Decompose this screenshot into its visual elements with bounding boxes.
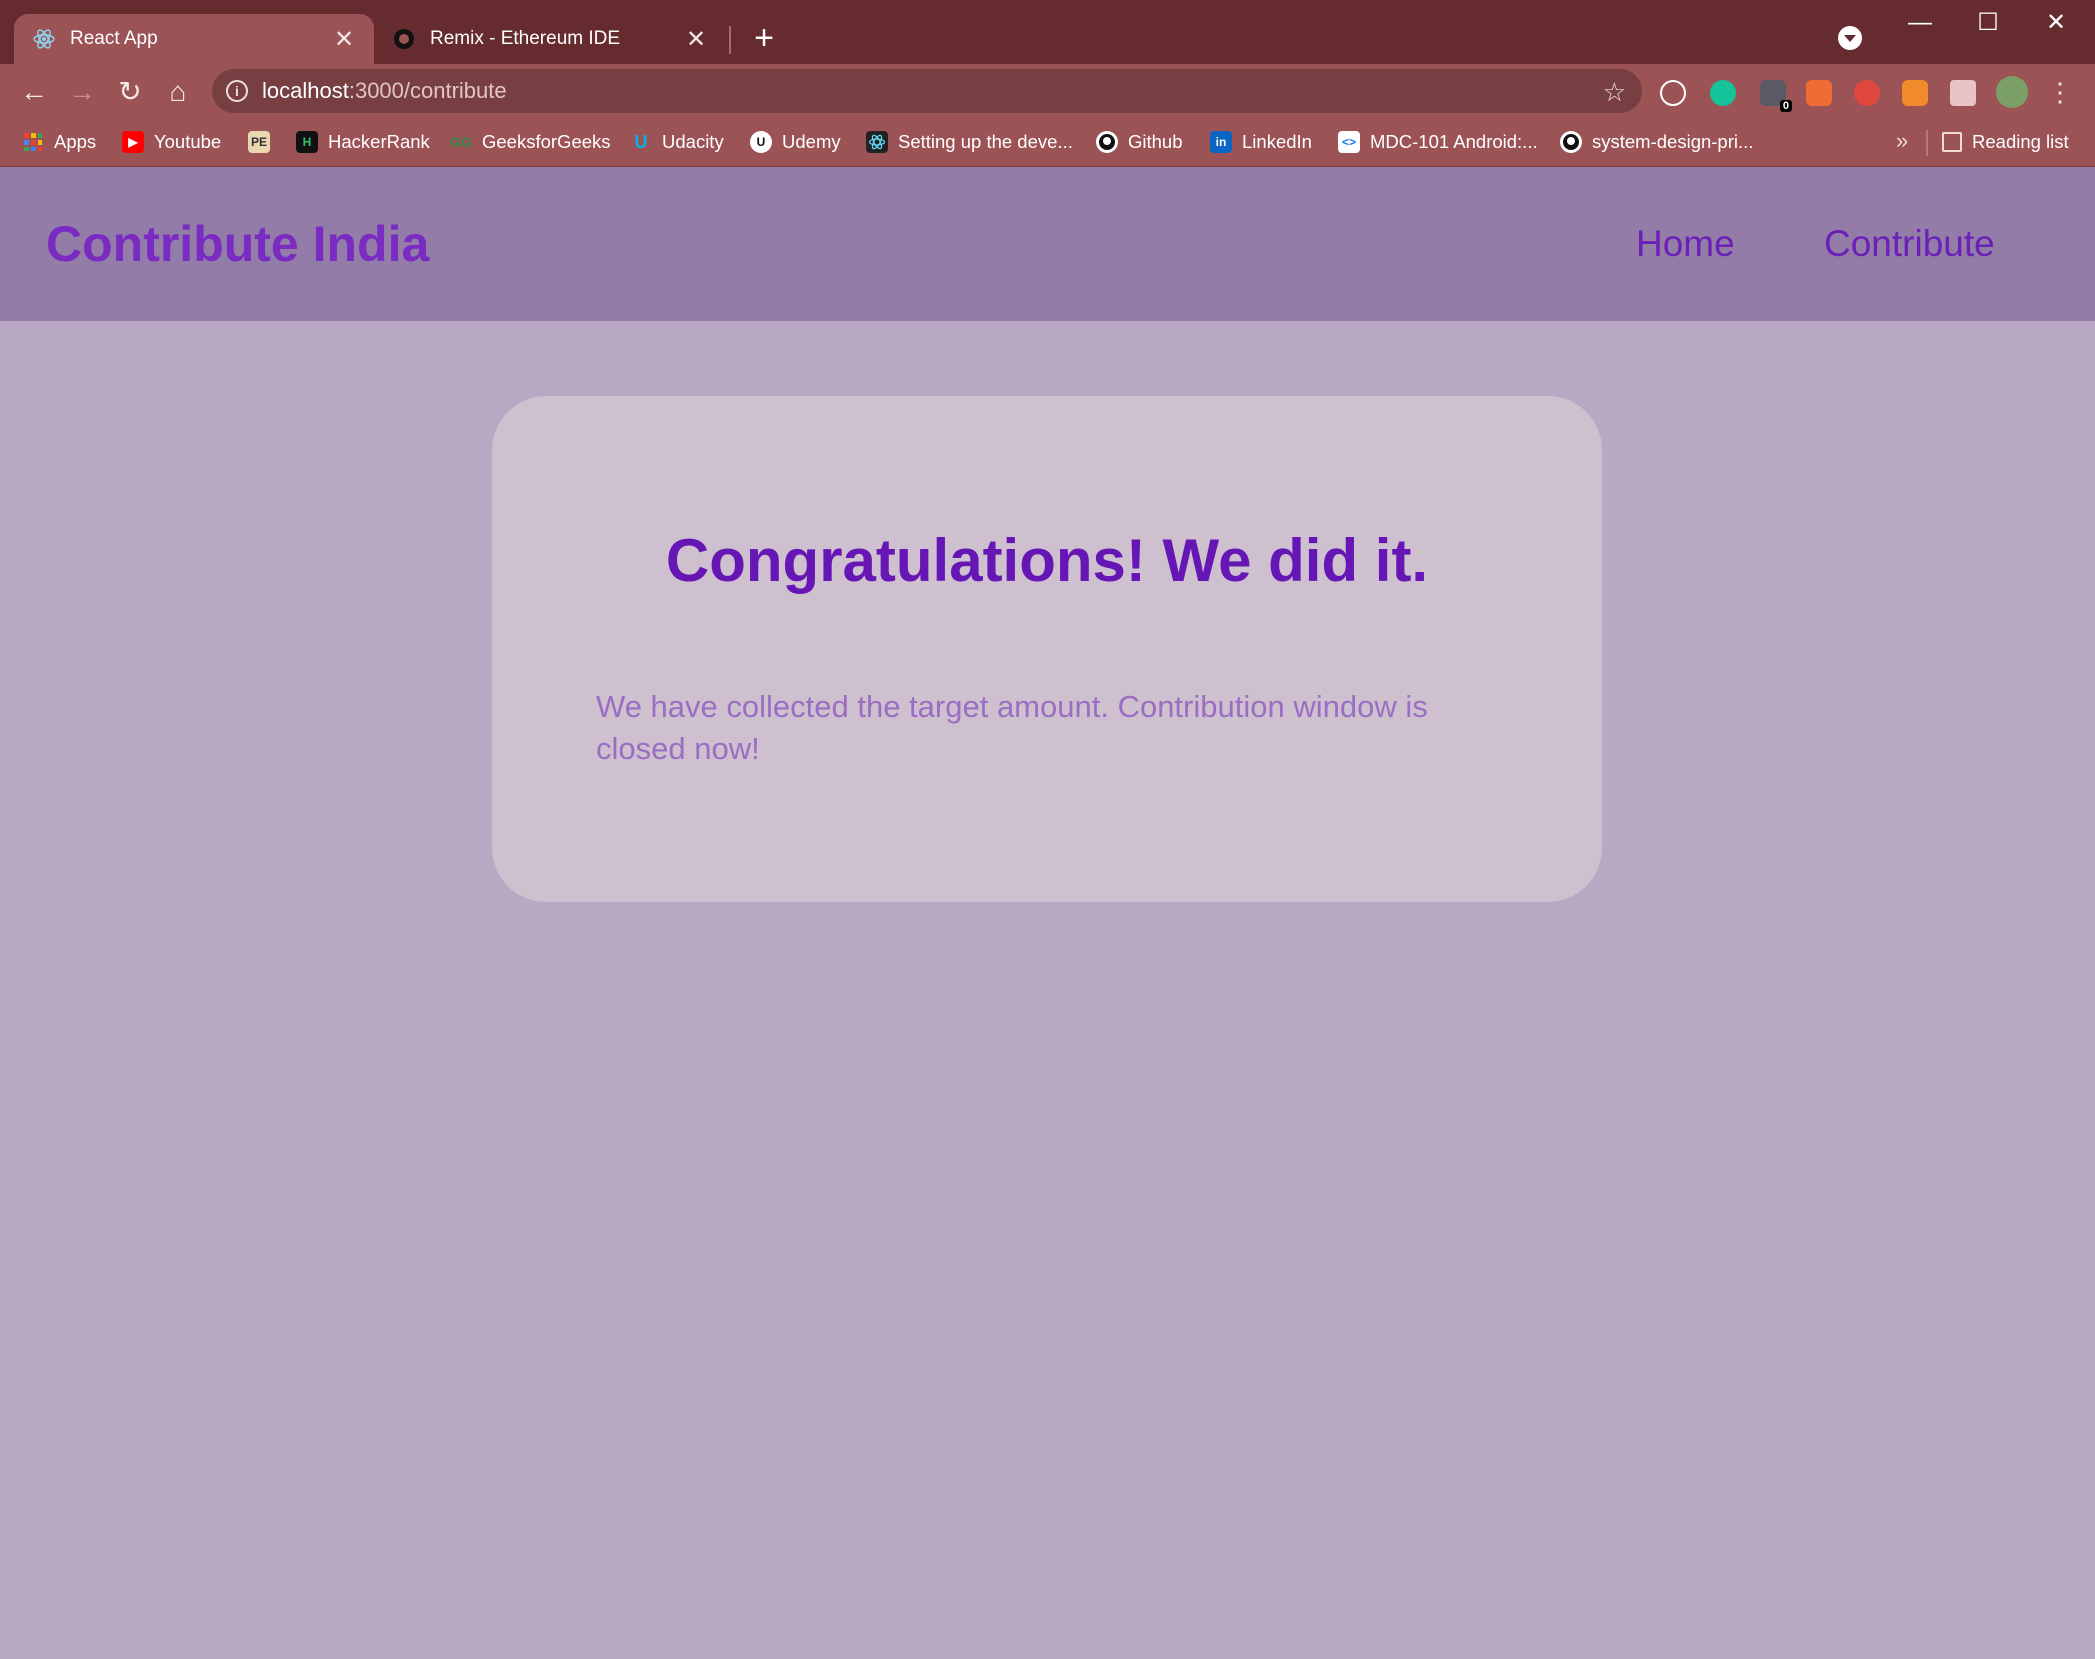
bookmark-apps[interactable]: Apps [22, 128, 96, 156]
counter-extension-icon[interactable]: 0 [1760, 80, 1792, 112]
nav-contribute-link[interactable]: Contribute [1824, 223, 1995, 265]
bookmark-star-icon[interactable]: ☆ [1603, 77, 1626, 108]
info-icon[interactable]: i [226, 80, 248, 102]
card-message: We have collected the target amount. Con… [596, 689, 1428, 766]
megaphone-extension-icon[interactable] [1806, 80, 1832, 106]
tab-title: React App [70, 28, 158, 49]
bookmark-linkedin[interactable]: in LinkedIn [1210, 128, 1312, 156]
speedometer-extension-icon[interactable] [1660, 80, 1686, 106]
udemy-icon: U [750, 131, 772, 153]
reading-list-button[interactable]: Reading list [1942, 128, 2069, 156]
bookmark-geeksforgeeks[interactable]: GG GeeksforGeeks [450, 128, 611, 156]
close-tab-icon[interactable]: ✕ [332, 25, 356, 54]
reading-list-label: Reading list [1972, 131, 2069, 152]
hackerrank-icon: H [296, 131, 318, 153]
bookmark-label: Udacity [662, 131, 724, 152]
bookmark-system-design[interactable]: system-design-pri... [1560, 128, 1753, 156]
browser-menu-icon[interactable]: ⋮ [2040, 72, 2080, 112]
extension-badge: 0 [1779, 100, 1792, 112]
maximize-button[interactable]: ☐ [1968, 8, 2008, 38]
app-header: Contribute India Home Contribute [0, 167, 2095, 321]
udacity-icon: U [634, 131, 648, 152]
bookmark-label: Udemy [782, 131, 841, 152]
geeksforgeeks-icon: GG [450, 134, 472, 150]
metamask-fox-icon[interactable] [1902, 80, 1928, 106]
bookmark-setting-up[interactable]: Setting up the deve... [866, 128, 1073, 156]
bookmark-label: Setting up the deve... [898, 131, 1073, 152]
nav-home-link[interactable]: Home [1636, 223, 1735, 265]
minimize-button[interactable]: — [1900, 8, 1940, 38]
status-card: Congratulations! We did it. We have coll… [492, 396, 1602, 902]
remix-icon [392, 27, 416, 51]
react-icon [32, 27, 56, 51]
close-tab-icon[interactable]: ✕ [684, 25, 708, 54]
panda-extension-icon[interactable] [1854, 80, 1880, 106]
tab-search-icon[interactable] [1838, 26, 1862, 50]
bookmark-hackerrank[interactable]: H HackerRank [296, 128, 430, 156]
close-window-button[interactable]: ✕ [2036, 8, 2076, 38]
reload-button[interactable]: ↻ [110, 72, 150, 112]
bookmark-udemy[interactable]: U Udemy [750, 128, 841, 156]
bookmark-mdc-101[interactable]: <> MDC-101 Android:... [1338, 128, 1538, 156]
react-icon [866, 131, 888, 153]
tab-remix[interactable]: Remix - Ethereum IDE ✕ [374, 14, 726, 64]
bookmark-youtube[interactable]: ▶ Youtube [122, 128, 221, 156]
pe-icon: PE [248, 131, 270, 153]
brand-logo[interactable]: Contribute India [46, 215, 429, 273]
reading-list-icon [1942, 132, 1962, 152]
back-button[interactable]: ← [14, 72, 54, 112]
extensions-puzzle-icon[interactable] [1950, 80, 1976, 106]
bookmark-label: Apps [54, 131, 97, 152]
bookmark-label: GeeksforGeeks [482, 131, 611, 152]
grammarly-icon[interactable] [1710, 80, 1736, 106]
forward-button[interactable]: → [62, 72, 102, 112]
browser-toolbar: ← → ↻ ⌂ i localhost:3000/contribute ☆ 0 … [0, 64, 2095, 118]
github-icon [1096, 131, 1118, 153]
bookmark-label: Youtube [154, 131, 222, 152]
apps-grid-icon [22, 131, 44, 153]
home-button[interactable]: ⌂ [158, 72, 198, 112]
url-host: localhost [262, 78, 349, 103]
address-bar[interactable]: i localhost:3000/contribute ☆ [212, 69, 1642, 113]
bookmark-udacity[interactable]: U Udacity [630, 128, 724, 156]
avatar[interactable] [1996, 76, 2028, 108]
bookmarks-separator [1926, 130, 1928, 156]
bookmark-label: Github [1128, 131, 1183, 152]
github-icon [1560, 131, 1582, 153]
tab-title: Remix - Ethereum IDE [430, 28, 621, 49]
url-path: :3000/contribute [348, 78, 507, 103]
bookmark-label: system-design-pri... [1592, 131, 1754, 152]
new-tab-button[interactable]: + [749, 18, 779, 58]
codelabs-icon: <> [1338, 131, 1360, 153]
more-bookmarks-icon[interactable]: » [1896, 128, 1908, 154]
tab-separator [729, 26, 731, 54]
bookmarks-bar: Apps ▶ Youtube PE H HackerRank GG Geeksf… [0, 118, 2095, 167]
card-title: Congratulations! We did it. [665, 527, 1429, 594]
tab-strip: React App ✕ Remix - Ethereum IDE ✕ + — ☐… [0, 0, 2095, 64]
linkedin-icon: in [1210, 131, 1232, 153]
youtube-icon: ▶ [122, 131, 144, 153]
tab-react-app[interactable]: React App ✕ [14, 14, 374, 64]
bookmark-label: MDC-101 Android:... [1370, 131, 1538, 152]
bookmark-label: HackerRank [328, 131, 430, 152]
bookmark-label: LinkedIn [1242, 131, 1312, 152]
bookmark-github[interactable]: Github [1096, 128, 1183, 156]
bookmark-pe[interactable]: PE [248, 128, 280, 156]
